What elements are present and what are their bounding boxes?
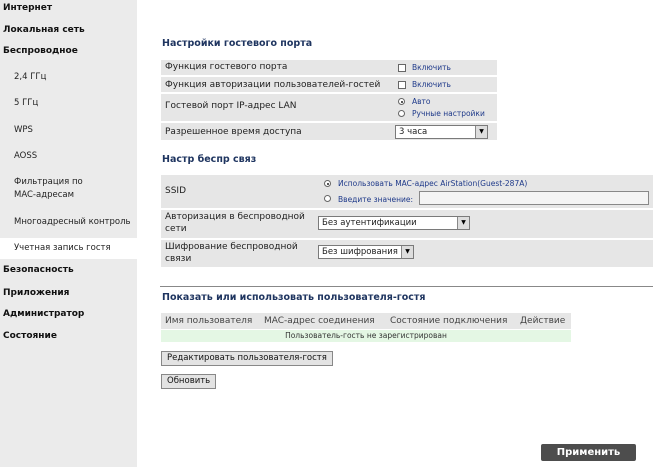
wireless-enc-label-2: связи <box>165 254 192 264</box>
nav-wireless-wps[interactable]: WPS <box>0 124 137 136</box>
guest-port-title: Настройки гостевого порта <box>162 38 313 49</box>
apply-button[interactable]: Применить <box>541 444 636 461</box>
sidebar: Интернет Локальная сеть Беспроводное 2,4… <box>0 0 137 467</box>
guest-ip-manual-label: Ручные настройки <box>412 109 485 118</box>
wireless-enc-select[interactable]: Без шифрования ▼ <box>318 245 414 259</box>
nav-lan[interactable]: Локальная сеть <box>0 25 137 35</box>
col-action: Действие <box>520 316 566 326</box>
chevron-down-icon: ▼ <box>475 126 487 138</box>
guest-port-func-label: Функция гостевого порта <box>165 62 288 72</box>
guest-port-enable-checkbox[interactable] <box>398 64 406 72</box>
guest-users-empty: Пользователь-гость не зарегистрирован <box>285 331 447 340</box>
nav-multicast[interactable]: Многоадресный контроль <box>0 216 137 228</box>
refresh-button[interactable]: Обновить <box>161 374 217 389</box>
nav-internet[interactable]: Интернет <box>0 3 137 13</box>
guest-ip-label: Гостевой порт IP-адрес LAN <box>165 101 297 111</box>
guest-auth-enable-checkbox[interactable] <box>398 81 406 89</box>
guest-time-label: Разрешенное время доступа <box>165 127 302 137</box>
nav-wireless-24ghz[interactable]: 2,4 ГГц <box>0 71 137 83</box>
wireless-auth-label-2: сети <box>165 224 187 234</box>
edit-guest-user-button[interactable]: Редактировать пользователя-гостя <box>161 351 333 366</box>
wireless-auth-select[interactable]: Без аутентификации ▼ <box>318 216 470 230</box>
nav-security[interactable]: Безопасность <box>0 265 137 275</box>
chevron-down-icon: ▼ <box>401 246 413 258</box>
ssid-label: SSID <box>165 186 187 196</box>
section-divider <box>160 286 653 287</box>
guest-ip-manual-radio[interactable] <box>398 110 405 117</box>
nav-mac-filter-line1[interactable]: Фильтрация по <box>0 176 137 188</box>
nav-wireless-5ghz[interactable]: 5 ГГц <box>0 97 137 109</box>
guest-time-select[interactable]: 3 часа ▼ <box>395 125 488 139</box>
col-username: Имя пользователя <box>165 316 253 326</box>
nav-mac-filter-line2[interactable]: MAC-адресам <box>0 189 137 201</box>
chevron-down-icon: ▼ <box>457 217 469 229</box>
nav-admin[interactable]: Администратор <box>0 309 137 319</box>
nav-wireless-aoss[interactable]: AOSS <box>0 150 137 162</box>
wireless-enc-value: Без шифрования <box>322 247 398 257</box>
ssid-mac-label: Использовать MAC-адрес AirStation(Guest-… <box>338 179 528 188</box>
ssid-enter-label: Введите значение: <box>338 195 414 204</box>
guest-ip-auto-label: Авто <box>412 97 431 106</box>
wireless-title: Настр беспр связ <box>162 154 257 165</box>
wireless-auth-label-1: Авторизация в беспроводной <box>165 212 305 222</box>
col-status: Состояние подключения <box>390 316 508 326</box>
wireless-enc-label-1: Шифрование беспроводной <box>165 242 298 252</box>
nav-applications[interactable]: Приложения <box>0 288 137 298</box>
guest-auth-label: Функция авторизации пользователей-гостей <box>165 80 381 90</box>
guest-auth-enable-label: Включить <box>412 80 451 89</box>
nav-status[interactable]: Состояние <box>0 331 137 341</box>
ssid-input[interactable] <box>419 191 649 205</box>
guest-ip-auto-radio[interactable] <box>398 98 405 105</box>
ssid-enter-radio[interactable] <box>324 195 331 202</box>
wireless-auth-value: Без аутентификации <box>322 218 417 228</box>
guest-time-value: 3 часа <box>399 127 428 137</box>
guest-port-enable-label: Включить <box>412 63 451 72</box>
ssid-mac-radio[interactable] <box>324 180 331 187</box>
guest-users-title: Показать или использовать пользователя-г… <box>162 292 426 303</box>
nav-wireless[interactable]: Беспроводное <box>0 46 137 56</box>
nav-guest-account[interactable]: Учетная запись гостя <box>0 238 137 259</box>
col-mac: MAC-адрес соединения <box>264 316 375 326</box>
